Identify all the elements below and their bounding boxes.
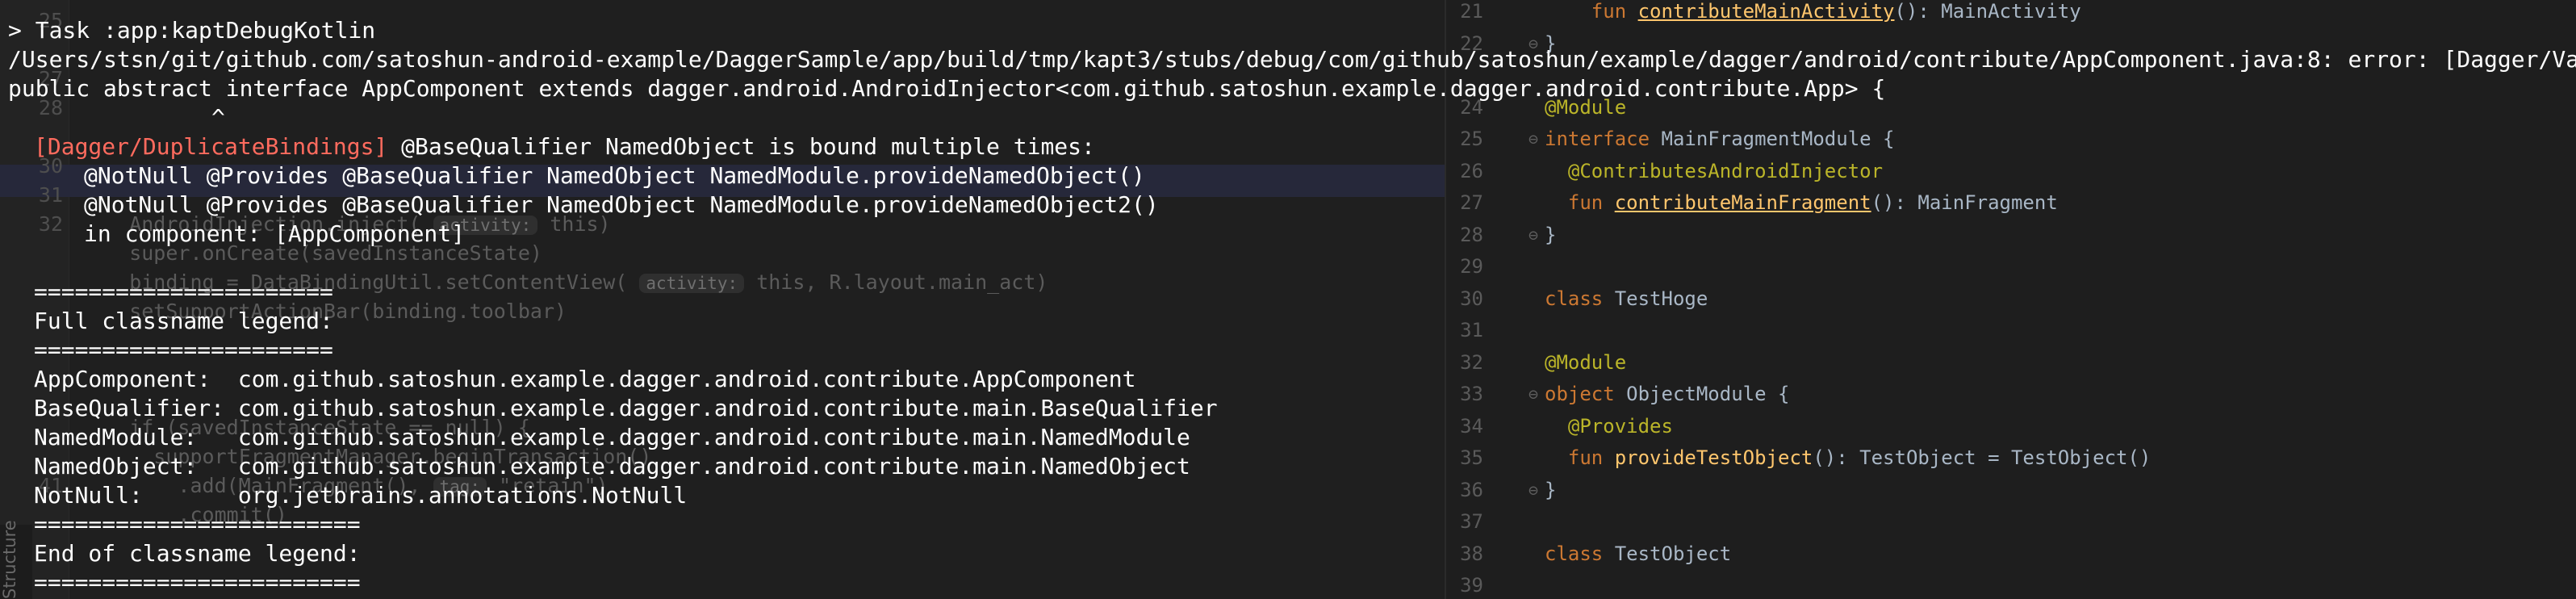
code-token: TestObject [1614,542,1732,565]
code-text: object ObjectModule { [1545,378,1789,410]
line-number: 27 [1460,191,1483,214]
code-token: object [1545,383,1627,405]
line-number: 37 [1460,510,1483,533]
code-token: fun [1591,0,1638,23]
code-token: (): MainActivity [1894,0,2081,23]
code-token: provideTestObject [1614,446,1813,469]
fold-marker-icon[interactable]: ⊖ [1528,123,1538,155]
line-number: 26 [1460,159,1483,182]
code-token: fun [1545,191,1615,214]
line-number: 31 [38,183,63,207]
code-token: } [1545,223,1557,246]
code-token: interface [1545,128,1662,150]
code-text: class TestHoge [1545,283,1708,315]
line-number: 33 [1460,383,1483,405]
line-number: 25 [1460,128,1483,150]
code-text: super.onCreate(savedInstanceState) [81,241,542,265]
code-text: } [1545,27,1556,60]
code-token: MainFragmentModule { [1661,128,1895,150]
code-token: class [1545,542,1615,565]
line-number: 35 [1460,446,1483,469]
line-number: 30 [38,154,63,178]
current-line-highlight [0,165,1445,197]
param-hint-chip: activity: [639,274,745,293]
code-token: contributeMainFragment [1614,191,1871,214]
line-number: 41 [38,474,63,497]
fold-marker-icon[interactable]: ⊖ [1528,27,1538,60]
line-number: 22 [1460,31,1483,55]
code-text: .add(MainFragment(), tag: "retain") [81,474,608,497]
param-hint-chip: activity: [433,216,538,235]
code-token: ObjectModule { [1626,383,1790,405]
line-number: 30 [1460,287,1483,310]
code-text: fun provideTestObject(): TestObject = Te… [1545,442,2151,474]
fold-marker-icon[interactable]: ⊖ [1528,474,1538,506]
line-number: 25 [38,9,63,32]
param-hint-chip: tag: [433,477,487,496]
code-token: (): TestObject = TestObject() [1813,446,2152,469]
line-number: 36 [1460,478,1483,501]
code-token: @Module [1545,95,1627,119]
code-token: } [1545,478,1557,501]
line-number: 28 [1460,223,1483,246]
code-token: contributeMainActivity [1637,0,1895,23]
code-text: binding = DataBindingUtil.setContentView… [81,270,1048,294]
line-number: 32 [1460,350,1483,374]
code-text: } [1545,219,1556,251]
code-token: fun [1545,446,1615,469]
line-number: 34 [1460,414,1483,438]
line-number: 24 [1460,95,1483,119]
line-number: 38 [1460,542,1483,565]
line-number: 31 [1460,319,1483,341]
code-text: @ContributesAndroidInjector [1545,155,1883,187]
code-text: @Provides [1545,410,1673,442]
line-number: 29 [1460,255,1483,278]
code-token: TestHoge [1614,287,1708,310]
code-text: interface MainFragmentModule { [1545,123,1894,155]
code-text: setSupportActionBar(binding.toolbar) [81,300,567,323]
code-token: @Module [1545,350,1627,374]
code-text: @Module [1545,91,1626,124]
line-number: 27 [38,67,63,90]
code-text: class TestObject [1545,538,1731,570]
background-editor-left[interactable]: 25 27 28 30 31 32 AndroidInjection.inject( ac… [0,0,1445,599]
line-number: 32 [38,212,63,236]
code-text: } [1545,474,1556,506]
code-token: (): MainFragment [1871,191,2058,214]
code-text: supportFragmentManager.beginTransaction(… [81,445,652,468]
line-number: 28 [38,96,63,119]
fold-marker-icon[interactable]: ⊖ [1528,219,1538,251]
line-number: 21 [1460,0,1483,23]
code-text: AndroidInjection.inject( activity: this) [81,212,611,236]
code-token: } [1545,31,1557,55]
fold-marker-icon[interactable]: ⊖ [1528,378,1538,410]
code-token: @Provides [1545,414,1673,438]
code-text: fun contributeMainFragment(): MainFragme… [1545,186,2058,219]
code-text: fun contributeMainActivity(): MainActivi… [1545,0,2081,27]
code-text: .commit() [81,503,287,526]
editor-right-pane[interactable]: 21 fun contributeMainActivity(): MainAct… [1445,0,2576,599]
structure-tool-tab[interactable]: Structure [0,520,32,599]
code-token: class [1545,287,1615,310]
code-token: @ContributesAndroidInjector [1545,159,1884,182]
line-number: 39 [1460,574,1483,597]
code-text: @Module [1545,346,1626,379]
code-text: if (savedInstanceState == null) { [81,416,530,439]
